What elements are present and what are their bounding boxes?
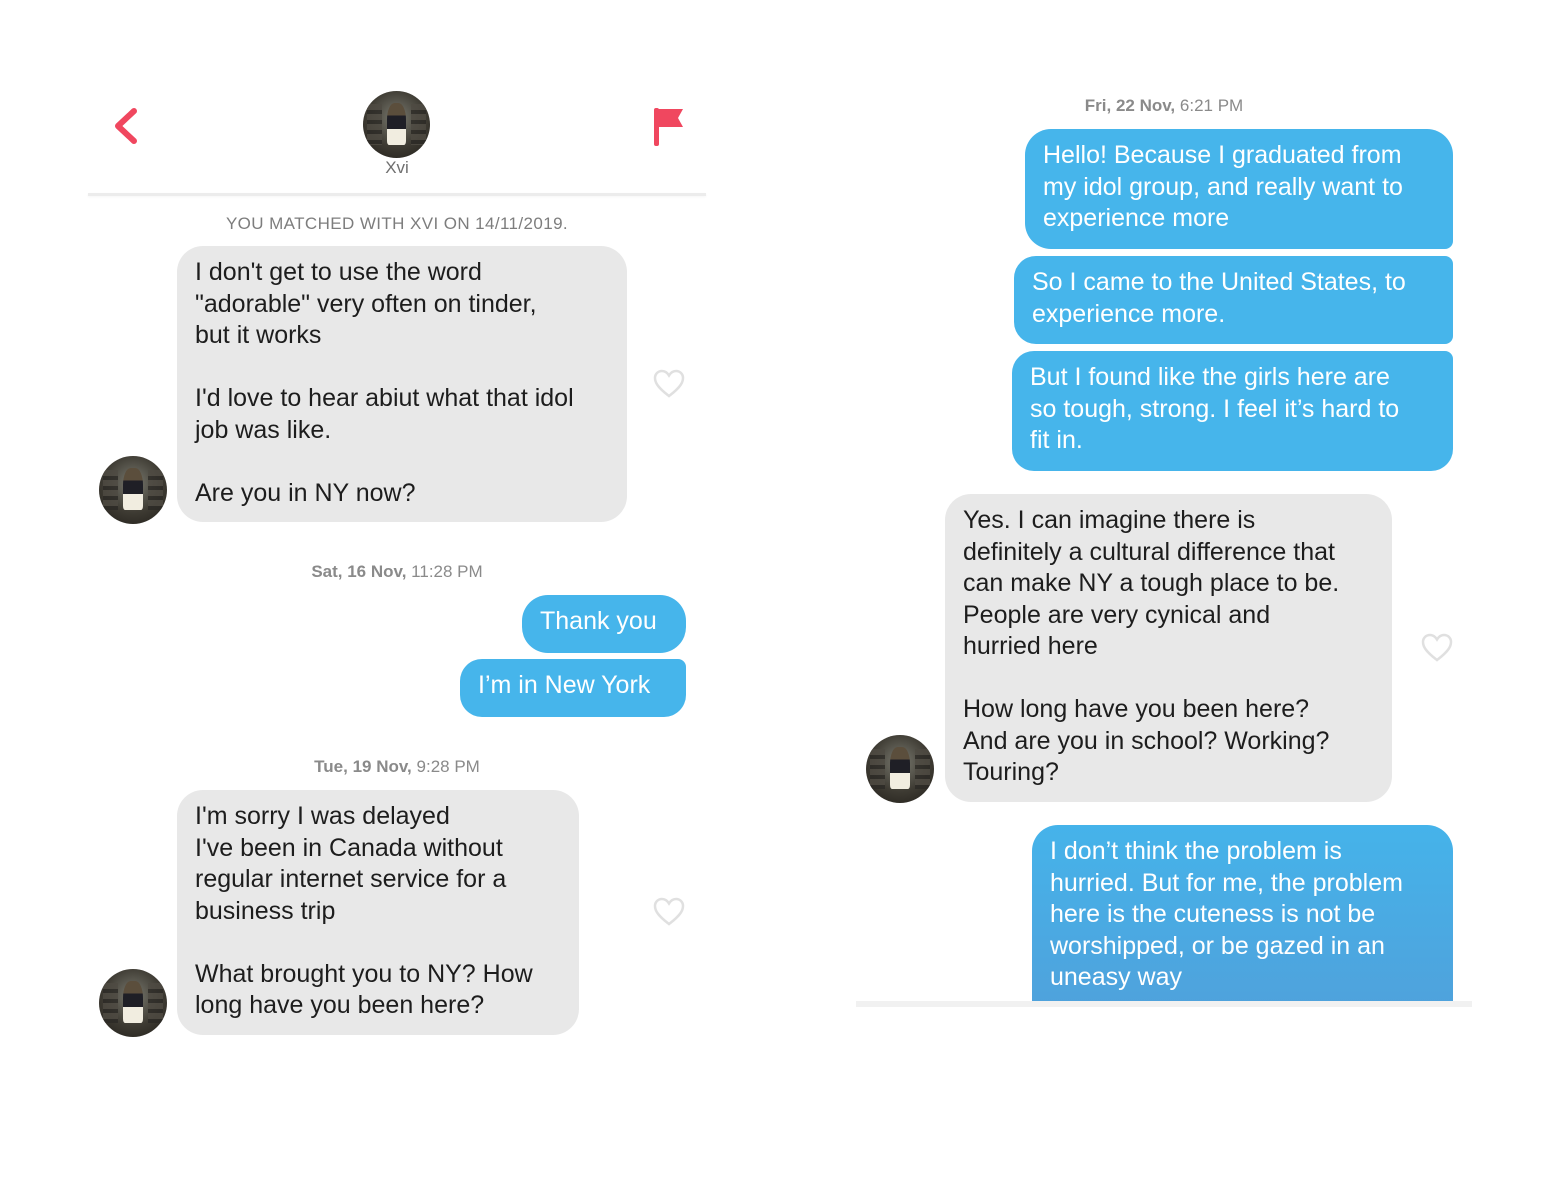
like-heart-icon[interactable] — [653, 369, 685, 399]
match-avatar[interactable] — [363, 91, 430, 158]
chevron-left-icon — [115, 108, 137, 144]
timestamp-time: 9:28 PM — [416, 757, 480, 776]
sender-avatar[interactable] — [866, 735, 934, 803]
incoming-message: Yes. I can imagine there is definitely a… — [945, 494, 1392, 802]
sender-avatar[interactable] — [99, 456, 167, 524]
back-button[interactable] — [104, 104, 148, 148]
timestamp-day: Tue, 19 Nov, — [314, 757, 412, 776]
incoming-message: I don't get to use the word "adorable" v… — [177, 246, 627, 522]
sender-avatar[interactable] — [99, 969, 167, 1037]
match-name: Xvi — [385, 158, 409, 177]
outgoing-message: But I found like the girls here are so t… — [1012, 351, 1453, 471]
flag-icon — [654, 108, 683, 146]
timestamp-time: 6:21 PM — [1179, 96, 1244, 115]
header-divider — [88, 193, 706, 196]
outgoing-message: So I came to the United States, to exper… — [1014, 256, 1453, 344]
timestamp-day: Sat, 16 Nov, — [311, 562, 407, 581]
outgoing-message: I’m in New York — [460, 659, 686, 717]
timestamp: Tue, 19 Nov, 9:28 PM — [88, 757, 706, 777]
outgoing-message: Thank you — [522, 595, 686, 653]
like-heart-icon[interactable] — [653, 897, 685, 927]
report-button[interactable] — [648, 104, 688, 148]
timestamp-day: Fri, 22 Nov, — [1084, 96, 1176, 115]
timestamp: Fri, 22 Nov, 6:21 PM — [856, 96, 1472, 116]
timestamp-time: 11:28 PM — [411, 562, 483, 581]
composer-divider — [856, 1001, 1472, 1007]
match-banner: YOU MATCHED WITH XVI ON 14/11/2019. — [225, 214, 569, 233]
outgoing-message: I don’t think the problem is hurried. Bu… — [1032, 825, 1453, 1007]
timestamp: Sat, 16 Nov, 11:28 PM — [88, 562, 706, 582]
incoming-message: I'm sorry I was delayed I've been in Can… — [177, 790, 579, 1035]
like-heart-icon[interactable] — [1421, 633, 1453, 663]
outgoing-message: Hello! Because I graduated from my idol … — [1025, 129, 1453, 249]
